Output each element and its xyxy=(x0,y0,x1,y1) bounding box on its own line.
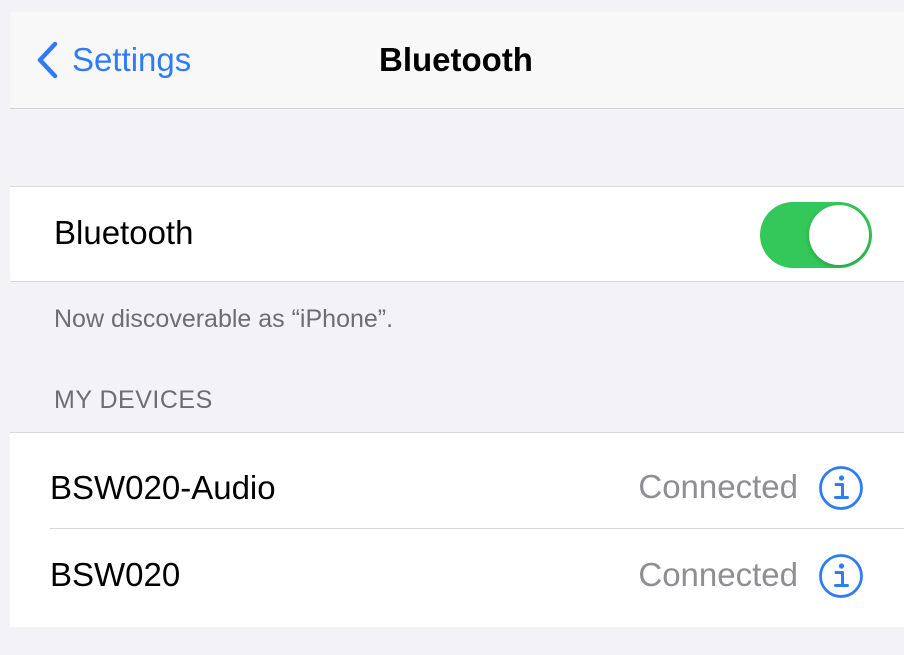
device-status: Connected xyxy=(638,468,798,505)
info-icon[interactable] xyxy=(818,553,864,599)
back-button-label: Settings xyxy=(72,41,192,78)
my-devices-list: BSW020-Audio Connected BSW020 Connected xyxy=(10,432,904,627)
page-title: Bluetooth xyxy=(379,41,533,78)
switch-knob xyxy=(809,205,869,265)
back-button[interactable]: Settings xyxy=(36,40,191,80)
bluetooth-toggle-row: Bluetooth xyxy=(10,186,904,282)
device-row-bsw020-audio[interactable]: BSW020-Audio Connected xyxy=(10,433,904,529)
device-row-bsw020[interactable]: BSW020 Connected xyxy=(10,529,904,625)
device-name: BSW020-Audio xyxy=(50,469,276,506)
my-devices-header: MY DEVICES xyxy=(54,386,213,414)
discoverable-note: Now discoverable as “iPhone”. xyxy=(54,305,394,333)
info-icon[interactable] xyxy=(818,465,864,511)
bluetooth-switch[interactable] xyxy=(760,202,872,268)
navigation-bar: Settings Bluetooth xyxy=(10,12,904,109)
device-status: Connected xyxy=(638,556,798,593)
bluetooth-settings-screen: Settings Bluetooth Bluetooth Now discove… xyxy=(0,0,904,655)
device-name: BSW020 xyxy=(50,556,181,593)
chevron-left-icon xyxy=(36,41,58,79)
bluetooth-toggle-label: Bluetooth xyxy=(54,214,194,251)
section-spacer xyxy=(10,109,904,186)
